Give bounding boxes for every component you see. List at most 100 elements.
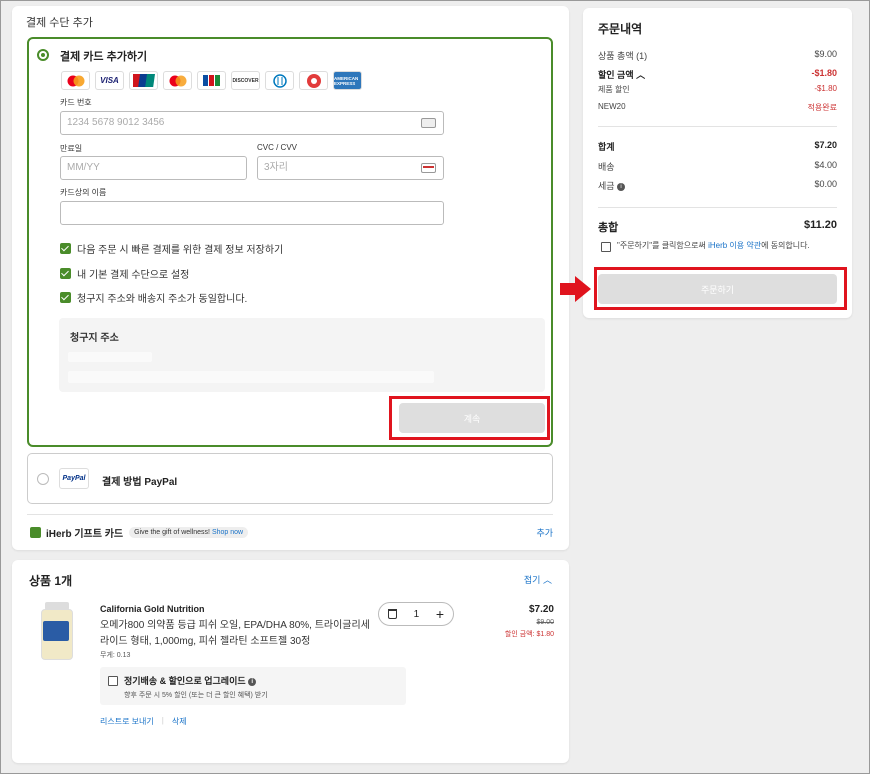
place-order-button[interactable]: 주문하기 bbox=[598, 274, 837, 304]
tax-row: 세금 i $0.00 bbox=[598, 179, 837, 192]
shipping-row: 배송 $4.00 bbox=[598, 160, 837, 173]
discount-value: -$1.80 bbox=[811, 68, 837, 78]
paypal-logo-icon: PayPal bbox=[59, 468, 89, 489]
product-weight: 무게: 0.13 bbox=[100, 652, 131, 659]
diners-icon bbox=[265, 71, 294, 90]
subtotal-row: 상품 총액 (1) $9.00 bbox=[598, 49, 837, 62]
subscribe-checkbox[interactable] bbox=[108, 676, 118, 686]
billing-title: 청구지 주소 bbox=[70, 333, 119, 344]
paypal-option-box[interactable]: PayPal 결제 방법 PayPal bbox=[27, 453, 553, 504]
arrow-right-icon bbox=[560, 276, 591, 302]
cardholder-name-input[interactable] bbox=[60, 201, 444, 225]
cvc-placeholder: 3자리 bbox=[264, 162, 288, 173]
terms-link[interactable]: iHerb 이용 약관 bbox=[708, 241, 761, 250]
expiry-input[interactable]: MM/YY bbox=[60, 156, 247, 180]
discount-label-text: 할인 금액 bbox=[598, 70, 634, 80]
sum-value: $7.20 bbox=[814, 140, 837, 150]
save-to-list-link[interactable]: 리스트로 보내기 bbox=[100, 716, 154, 727]
product-price: $7.20 bbox=[528, 604, 554, 615]
section-title: 결제 수단 추가 bbox=[26, 17, 93, 29]
card-icon bbox=[299, 71, 328, 90]
collapse-toggle[interactable]: 접기 ︿ bbox=[524, 573, 552, 586]
checkbox-checked-icon[interactable] bbox=[60, 243, 71, 254]
payment-method-panel: 결제 수단 추가 결제 카드 추가하기 VISA DISCOVER AMERIC… bbox=[12, 6, 569, 550]
card-option-radio[interactable] bbox=[37, 49, 49, 61]
card-logos: VISA DISCOVER AMERICAN EXPRESS bbox=[61, 71, 362, 90]
billing-name-redacted bbox=[68, 352, 152, 362]
expiry-placeholder: MM/YY bbox=[67, 162, 100, 173]
info-icon[interactable]: i bbox=[248, 677, 257, 686]
visa-icon: VISA bbox=[95, 71, 124, 90]
promo-row: NEW20 적용완료 bbox=[598, 102, 837, 113]
plus-icon[interactable]: + bbox=[436, 606, 444, 622]
product-image[interactable] bbox=[39, 602, 75, 662]
paypal-label: 결제 방법 PayPal bbox=[102, 477, 178, 488]
tax-label: 세금 i bbox=[598, 179, 626, 192]
jcb-icon bbox=[197, 71, 226, 90]
discount-label: 할인 금액 ︿ bbox=[598, 68, 645, 81]
subscribe-upgrade-box: 정기배송 & 할인으로 업그레이드 i 향후 주문 시 5% 할인 (또는 더 … bbox=[100, 667, 406, 705]
subscribe-desc: 향후 주문 시 5% 할인 (또는 더 큰 할인 혜택) 받기 bbox=[124, 692, 268, 699]
card-number-placeholder: 1234 5678 9012 3456 bbox=[67, 117, 165, 128]
cvc-card-icon bbox=[421, 163, 436, 173]
divider bbox=[598, 207, 837, 208]
same-address-checkbox[interactable]: 청구지 주소와 배송지 주소가 동일합니다. bbox=[60, 290, 247, 305]
gift-promo-pill: Give the gift of wellness! Shop now bbox=[129, 526, 249, 538]
promo-status: 적용완료 bbox=[807, 103, 837, 112]
collapse-label: 접기 bbox=[523, 575, 541, 585]
product-discount-label: 제품 할인 bbox=[598, 85, 630, 94]
subtotal-label: 상품 총액 (1) bbox=[598, 51, 648, 61]
product-discount-row: 제품 할인 -$1.80 bbox=[598, 84, 837, 95]
gift-card-row: iHerb 기프트 카드 Give the gift of wellness! … bbox=[30, 524, 553, 540]
product-name[interactable]: 오메가800 의약품 등급 피쉬 오일, EPA/DHA 80%, 트라이글리세… bbox=[100, 618, 370, 650]
trash-icon[interactable] bbox=[388, 609, 397, 619]
checkbox-checked-icon[interactable] bbox=[60, 292, 71, 303]
add-gift-card-link[interactable]: 추가 bbox=[536, 526, 553, 539]
summary-title: 주문내역 bbox=[598, 22, 643, 36]
save-payment-checkbox[interactable]: 다음 주문 시 빠른 결제를 위한 결제 정보 저장하기 bbox=[60, 241, 283, 256]
default-payment-label: 내 기본 결제 수단으로 설정 bbox=[77, 270, 190, 281]
terms-checkbox[interactable] bbox=[601, 242, 611, 252]
cvc-label: CVC / CVV bbox=[257, 143, 298, 152]
expiry-label: 만료일 bbox=[60, 144, 83, 153]
total-row: 총합 $11.20 bbox=[598, 219, 837, 235]
discount-row[interactable]: 할인 금액 ︿ -$1.80 bbox=[598, 68, 837, 81]
sum-label: 합계 bbox=[598, 142, 615, 152]
chevron-up-icon: ︿ bbox=[542, 575, 552, 585]
discover-icon: DISCOVER bbox=[231, 71, 260, 90]
checkbox-checked-icon[interactable] bbox=[60, 268, 71, 279]
shipping-value: $4.00 bbox=[814, 160, 837, 170]
divider bbox=[27, 514, 553, 515]
subtotal-value: $9.00 bbox=[814, 49, 837, 59]
info-icon[interactable]: i bbox=[617, 182, 626, 191]
divider bbox=[598, 126, 837, 127]
save-payment-label: 다음 주문 시 빠른 결제를 위한 결제 정보 저장하기 bbox=[77, 245, 284, 256]
paypal-option-radio[interactable] bbox=[37, 473, 49, 485]
billing-address-redacted bbox=[68, 371, 434, 383]
terms-prefix: "주문하기"를 클릭함으로써 bbox=[617, 241, 709, 250]
product-actions: 리스트로 보내기 | 삭제 bbox=[100, 716, 187, 727]
chevron-up-icon[interactable]: ︿ bbox=[636, 70, 645, 80]
terms-suffix: 에 동의합니다. bbox=[761, 241, 810, 250]
continue-button[interactable]: 계속 bbox=[399, 403, 545, 433]
billing-address-box: 청구지 주소 bbox=[59, 318, 545, 392]
shop-now-link[interactable]: Shop now bbox=[212, 529, 243, 536]
tax-value: $0.00 bbox=[814, 179, 837, 189]
product-discount-value: -$1.80 bbox=[814, 84, 837, 93]
card-number-input[interactable]: 1234 5678 9012 3456 bbox=[60, 111, 444, 135]
products-title: 상품 1개 bbox=[29, 574, 73, 588]
cvc-input[interactable]: 3자리 bbox=[257, 156, 444, 180]
separator: | bbox=[161, 716, 164, 725]
total-value: $11.20 bbox=[803, 219, 837, 231]
maestro-icon bbox=[163, 71, 192, 90]
quantity-stepper[interactable]: 1 + bbox=[378, 602, 454, 626]
products-panel: 상품 1개 접기 ︿ California Gold Nutrition 오메가… bbox=[12, 560, 569, 763]
card-option-box[interactable]: 결제 카드 추가하기 VISA DISCOVER AMERICAN EXPRES… bbox=[27, 37, 553, 447]
sum-row: 합계 $7.20 bbox=[598, 140, 837, 153]
card-icon bbox=[421, 118, 436, 128]
product-old-price: $9.00 bbox=[536, 619, 554, 626]
delete-link[interactable]: 삭제 bbox=[172, 716, 187, 727]
default-payment-checkbox[interactable]: 내 기본 결제 수단으로 설정 bbox=[60, 266, 189, 281]
quantity-value: 1 bbox=[413, 608, 420, 620]
product-brand[interactable]: California Gold Nutrition bbox=[100, 604, 205, 614]
